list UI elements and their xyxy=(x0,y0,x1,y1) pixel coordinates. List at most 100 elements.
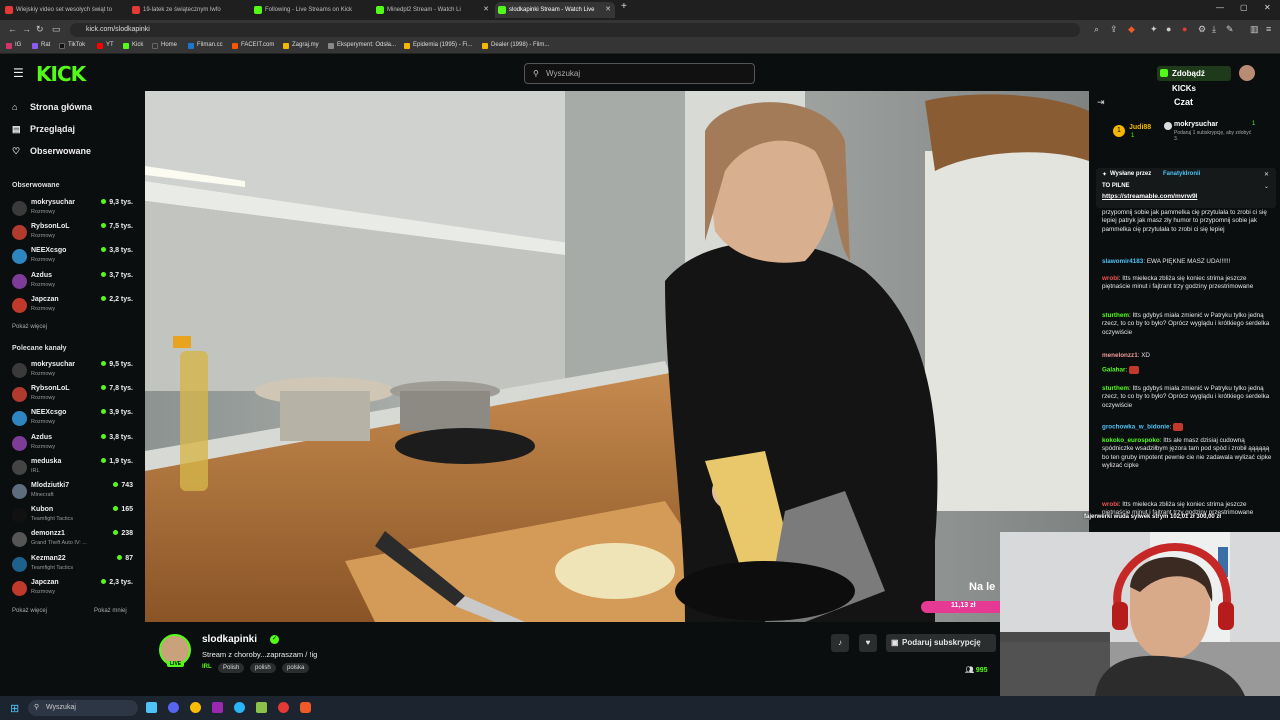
channel-row[interactable]: Japczan Rozmowy 2,3 tys. xyxy=(12,579,137,601)
taskbar-search-input[interactable]: ⚲ Wyszukaj xyxy=(28,700,138,716)
bookmark-item[interactable]: IG xyxy=(6,42,21,49)
channel-row[interactable]: Azdus Rozmowy 3,8 tys. xyxy=(12,434,137,456)
browser-tab[interactable]: Wiejskiy video set wesołych świąt to xyxy=(2,2,127,18)
back-icon[interactable]: ← xyxy=(8,24,17,34)
channel-row[interactable]: NEEXcsgo Rozmowy 3,9 tys. xyxy=(12,409,137,431)
get-kicks-button[interactable]: Zdobądź KICKs xyxy=(1157,66,1231,93)
search-input[interactable]: ⚲ Wyszukaj xyxy=(524,63,755,84)
share-icon[interactable]: ⇪ xyxy=(1110,24,1118,35)
bookmark-item[interactable]: Zagraj.my xyxy=(283,42,319,49)
extensions-icon[interactable]: ✦ xyxy=(1150,24,1158,35)
nav-home[interactable]: ⌂ Strona główna xyxy=(12,102,92,112)
kick-logo[interactable]: KICK xyxy=(36,62,86,86)
close-window-icon[interactable]: ✕ xyxy=(1264,3,1271,12)
chat-message[interactable]: przypomnij sobie jak pammelka cię przytu… xyxy=(1102,209,1272,234)
category-tag[interactable]: IRL xyxy=(202,664,212,670)
browser-tab-active[interactable]: slodkapinki Stream - Watch Live ✕ xyxy=(495,2,615,18)
forward-icon[interactable]: → xyxy=(22,24,31,34)
chat-username[interactable]: kokoko_eurospoko xyxy=(1102,437,1160,444)
channel-row[interactable]: demonzz1 Grand Theft Auto IV: ... 238 xyxy=(12,530,137,552)
hamburger-menu-icon[interactable]: ☰ xyxy=(13,66,24,80)
user-avatar[interactable] xyxy=(1239,65,1255,81)
show-less-link[interactable]: Pokaż mniej xyxy=(94,608,127,614)
bookmark-item[interactable]: Rat xyxy=(32,42,50,49)
extension-icon[interactable]: ⚙ xyxy=(1198,24,1206,35)
collapse-chat-icon[interactable]: ⇥ xyxy=(1097,97,1105,108)
obs-icon[interactable] xyxy=(278,702,289,713)
channel-row[interactable]: mokrysuchar Rozmowy 9,5 tys. xyxy=(12,361,137,383)
bookmark-item[interactable]: YT xyxy=(97,42,114,49)
app-icon[interactable] xyxy=(256,702,267,713)
pinned-message[interactable]: ✦ Wysłane przez FanatykIronii ✕ TO PILNE… xyxy=(1096,168,1276,208)
telegram-icon[interactable] xyxy=(234,702,245,713)
gift-subscription-button[interactable]: ▣ Podaruj subskrypcję xyxy=(886,634,996,652)
app-icon[interactable] xyxy=(212,702,223,713)
notifications-button[interactable]: ♪ xyxy=(831,634,849,652)
chat-message[interactable]: grochowka_w_bidonie: xyxy=(1102,423,1272,432)
browser-tab[interactable]: Following - Live Streams on Kick xyxy=(251,2,371,18)
stream-tag[interactable]: polish xyxy=(250,663,276,673)
browser-tab[interactable]: Minedpl2 Stream - Watch Li ✕ xyxy=(373,2,493,18)
channel-row[interactable]: Mlodziutki7 Minecraft 743 xyxy=(12,482,137,504)
follow-button[interactable]: ♥ xyxy=(859,634,877,652)
extension-icon[interactable]: ✎ xyxy=(1226,24,1234,35)
url-field[interactable]: kick.com/slodkapinki xyxy=(70,23,1080,37)
channel-row[interactable]: Kezman22 Teamfight Tactics 87 xyxy=(12,555,137,577)
extension-icon[interactable]: ● xyxy=(1182,24,1187,34)
video-player[interactable]: Na le 11,13 zł 26 xyxy=(145,91,1089,622)
bookmark-page-icon[interactable]: ▭ xyxy=(52,24,61,35)
chat-message[interactable]: kokoko_eurospoko: Itts ale masz dzisiaj … xyxy=(1102,437,1272,470)
bookmark-item[interactable]: Epidemia (1995) - Fi... xyxy=(404,42,472,49)
nav-browse[interactable]: ▤ Przeglądaj xyxy=(12,124,75,134)
chat-username[interactable]: slawomir4183 xyxy=(1102,258,1143,265)
chat-username[interactable]: sturthem xyxy=(1102,312,1129,319)
chat-message[interactable]: sturthem: Itts gdybyś miała zmienić w Pa… xyxy=(1102,385,1272,410)
chat-message[interactable]: slawomir4183: EWA PIĘKNE MASZ UDA!!!!!! xyxy=(1102,258,1272,266)
channel-row[interactable]: RybsonLoL Rozmowy 7,8 tys. xyxy=(12,385,137,407)
brave-shield-icon[interactable]: ◆ xyxy=(1128,24,1135,35)
chat-username[interactable]: wrobi xyxy=(1102,275,1119,282)
bookmark-item[interactable]: Filman.cc xyxy=(188,42,223,49)
windows-start-icon[interactable]: ⊞ xyxy=(10,702,19,715)
chrome-icon[interactable] xyxy=(190,702,201,713)
file-explorer-icon[interactable] xyxy=(146,702,157,713)
maximize-icon[interactable]: ▢ xyxy=(1240,3,1248,12)
close-tab-icon[interactable]: ✕ xyxy=(605,2,611,18)
channel-row[interactable]: Kubon Teamfight Tactics 165 xyxy=(12,506,137,528)
unpin-icon[interactable]: ✕ xyxy=(1264,171,1269,178)
chat-username[interactable]: wrobi xyxy=(1102,501,1119,508)
channel-row[interactable]: mokrysuchar Rozmowy 9,3 tys. xyxy=(12,199,137,221)
chat-username[interactable]: Galahar xyxy=(1102,367,1125,374)
show-more-followed-link[interactable]: Pokaż więcej xyxy=(12,324,47,330)
pinned-link[interactable]: https://streamable.com/mvrw9l xyxy=(1102,193,1197,200)
chat-message[interactable]: Galahar: xyxy=(1102,366,1272,375)
bookmark-item[interactable]: Dealer (1998) - Film... xyxy=(482,42,549,49)
chat-username[interactable]: sturthem xyxy=(1102,385,1129,392)
reload-icon[interactable]: ↻ xyxy=(36,24,44,35)
minimize-icon[interactable]: — xyxy=(1216,3,1224,12)
menu-icon[interactable]: ≡ xyxy=(1266,24,1271,34)
channel-row[interactable]: NEEXcsgo Rozmowy 3,8 tys. xyxy=(12,247,137,269)
bookmark-item[interactable]: TikTok xyxy=(59,42,85,49)
chat-message[interactable]: wrobi: Itts mielecka zbliża się koniec s… xyxy=(1102,275,1272,292)
brave-icon[interactable] xyxy=(300,702,311,713)
nav-following[interactable]: ♡ Obserwowane xyxy=(12,146,91,156)
show-more-recommended-link[interactable]: Pokaż więcej xyxy=(12,608,47,614)
stream-tag[interactable]: polska xyxy=(282,663,310,673)
channel-row[interactable]: RybsonLoL Rozmowy 7,5 tys. xyxy=(12,223,137,245)
chat-message[interactable]: sturthem: Itts gdybyś miała zmienić w Pa… xyxy=(1102,312,1272,337)
channel-row[interactable]: meduska IRL 1,9 tys. xyxy=(12,458,137,480)
bookmark-item[interactable]: Eksperyment: Odsła... xyxy=(328,42,396,49)
chat-message[interactable]: menelonzz1: XD xyxy=(1102,352,1272,360)
download-icon[interactable]: ⤓ xyxy=(1212,24,1216,35)
discord-icon[interactable] xyxy=(168,702,179,713)
channel-row[interactable]: Azdus Rozmowy 3,7 tys. xyxy=(12,272,137,294)
chat-username[interactable]: menelonzz1 xyxy=(1102,352,1138,359)
chat-username[interactable]: grochowka_w_bidonie xyxy=(1102,424,1170,431)
expand-pinned-icon[interactable]: ⌄ xyxy=(1264,183,1269,190)
sidebar-toggle-icon[interactable]: ▥ xyxy=(1250,24,1259,35)
streamer-name[interactable]: slodkapinki xyxy=(202,634,257,645)
bookmark-item[interactable]: Home xyxy=(152,42,177,49)
browser-tab[interactable]: 19-latek ze świątecznym lwfo xyxy=(129,2,249,18)
extension-icon[interactable]: ● xyxy=(1166,24,1171,34)
